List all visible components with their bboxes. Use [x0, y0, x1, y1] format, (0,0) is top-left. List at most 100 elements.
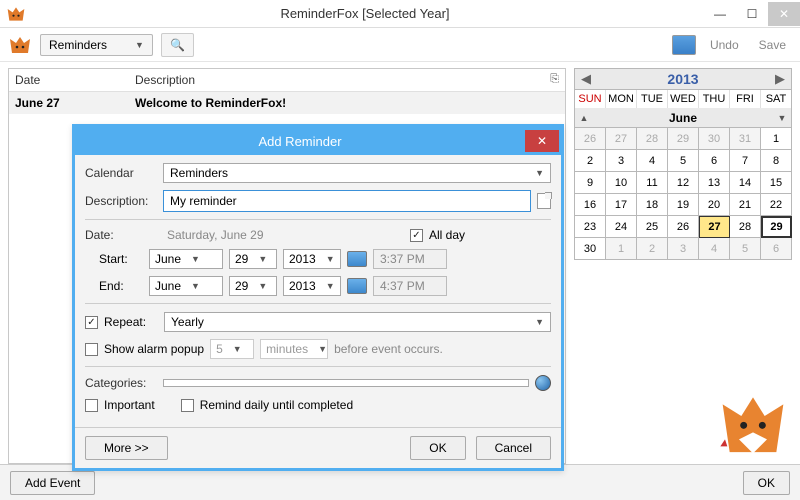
close-button[interactable]: ✕ — [768, 2, 800, 26]
calendar-day[interactable]: 17 — [606, 194, 637, 216]
calendar-day[interactable]: 30 — [699, 128, 730, 150]
list-row[interactable]: June 27 Welcome to ReminderFox! — [9, 92, 565, 114]
calendar-day[interactable]: 15 — [761, 172, 792, 194]
important-checkbox[interactable] — [85, 399, 98, 412]
allday-checkbox[interactable] — [410, 229, 423, 242]
next-month-button[interactable]: ▼ — [773, 113, 791, 123]
dialog-cancel-button[interactable]: Cancel — [476, 436, 551, 460]
search-button[interactable]: 🔍 — [161, 33, 194, 57]
end-calendar-picker[interactable] — [347, 278, 367, 294]
calendar-day[interactable]: 2 — [637, 238, 668, 260]
alarm-checkbox[interactable] — [85, 343, 98, 356]
calendar-day[interactable]: 1 — [761, 128, 792, 150]
calendar-day[interactable]: 3 — [606, 150, 637, 172]
maximize-button[interactable]: ☐ — [736, 2, 768, 26]
calendar-day[interactable]: 5 — [730, 238, 761, 260]
start-calendar-picker[interactable] — [347, 251, 367, 267]
calendar-day[interactable]: 16 — [575, 194, 606, 216]
minimize-button[interactable]: — — [704, 2, 736, 26]
end-year-select[interactable]: 2013▼ — [283, 276, 341, 296]
end-month-select[interactable]: June▼ — [149, 276, 223, 296]
dialog-title: Add Reminder — [75, 134, 525, 149]
view-dropdown[interactable]: Reminders ▼ — [40, 34, 153, 56]
calendar-day[interactable]: 12 — [668, 172, 699, 194]
calendar-day[interactable]: 6 — [761, 238, 792, 260]
dialog-close-button[interactable]: ✕ — [525, 130, 559, 152]
calendar-day[interactable]: 4 — [699, 238, 730, 260]
calendar-view-button[interactable] — [672, 35, 696, 55]
save-button[interactable]: Save — [753, 34, 792, 56]
calendar-day[interactable]: 7 — [730, 150, 761, 172]
chevron-down-icon: ▼ — [135, 40, 144, 50]
calendar-day[interactable]: 25 — [637, 216, 668, 238]
calendar-day[interactable]: 29 — [761, 216, 792, 238]
calendar-day[interactable]: 27 — [699, 216, 730, 238]
calendar-day[interactable]: 13 — [699, 172, 730, 194]
dow-tue: TUE — [637, 90, 668, 108]
start-month-select[interactable]: June▼ — [149, 249, 223, 269]
col-date-header[interactable]: Date — [15, 73, 135, 87]
calendar-day[interactable]: 24 — [606, 216, 637, 238]
calendar-day[interactable]: 11 — [637, 172, 668, 194]
dow-mon: MON — [606, 90, 637, 108]
description-input[interactable]: My reminder — [163, 190, 531, 212]
repeat-select[interactable]: Yearly ▼ — [164, 312, 551, 332]
start-day-select[interactable]: 29▼ — [229, 249, 277, 269]
dialog-ok-button[interactable]: OK — [410, 436, 465, 460]
next-year-button[interactable]: ▶ — [769, 71, 791, 87]
calendar-day[interactable]: 6 — [699, 150, 730, 172]
alarm-unit-select[interactable]: minutes▼ — [260, 339, 328, 359]
calendar-day[interactable]: 26 — [668, 216, 699, 238]
calendar-day[interactable]: 10 — [606, 172, 637, 194]
col-desc-header[interactable]: Description — [135, 73, 559, 87]
end-label: End: — [99, 279, 143, 293]
copy-icon[interactable] — [537, 193, 551, 209]
calendar-day[interactable]: 22 — [761, 194, 792, 216]
calendar-day[interactable]: 28 — [637, 128, 668, 150]
list-header: Date Description — [9, 69, 565, 92]
calendar-day[interactable]: 27 — [606, 128, 637, 150]
end-time-input[interactable]: 4:37 PM — [373, 276, 447, 296]
prev-month-button[interactable]: ▲ — [575, 113, 593, 123]
calendar-day[interactable]: 8 — [761, 150, 792, 172]
repeat-checkbox[interactable] — [85, 316, 98, 329]
calendar-grid: 2627282930311234567891011121314151617181… — [574, 128, 792, 260]
remind-daily-label: Remind daily until completed — [200, 398, 353, 412]
calendar-day[interactable]: 19 — [668, 194, 699, 216]
categories-input[interactable] — [163, 379, 529, 387]
calendar-day[interactable]: 4 — [637, 150, 668, 172]
end-day-select[interactable]: 29▼ — [229, 276, 277, 296]
calendar-day[interactable]: 18 — [637, 194, 668, 216]
calendar-day[interactable]: 28 — [730, 216, 761, 238]
calendar-day[interactable]: 5 — [668, 150, 699, 172]
calendar-day[interactable]: 30 — [575, 238, 606, 260]
add-event-button[interactable]: Add Event — [10, 471, 95, 495]
date-label: Date: — [85, 228, 157, 242]
calendar-day[interactable]: 1 — [606, 238, 637, 260]
main-ok-button[interactable]: OK — [743, 471, 790, 495]
alarm-amount-select[interactable]: 5▼ — [210, 339, 254, 359]
year-label[interactable]: 2013 — [597, 71, 769, 87]
expand-icon[interactable]: ⎘ — [550, 73, 559, 86]
calendar-day[interactable]: 20 — [699, 194, 730, 216]
calendar-day[interactable]: 3 — [668, 238, 699, 260]
calendar-day[interactable]: 2 — [575, 150, 606, 172]
dow-sun: SUN — [575, 90, 606, 108]
start-year-select[interactable]: 2013▼ — [283, 249, 341, 269]
calendar-select[interactable]: Reminders ▼ — [163, 163, 551, 183]
globe-icon[interactable] — [535, 375, 551, 391]
calendar-day[interactable]: 31 — [730, 128, 761, 150]
start-time-input[interactable]: 3:37 PM — [373, 249, 447, 269]
more-button[interactable]: More >> — [85, 436, 168, 460]
calendar-day[interactable]: 29 — [668, 128, 699, 150]
prev-year-button[interactable]: ◀ — [575, 71, 597, 87]
remind-daily-checkbox[interactable] — [181, 399, 194, 412]
calendar-day[interactable]: 23 — [575, 216, 606, 238]
calendar-day[interactable]: 21 — [730, 194, 761, 216]
search-icon: 🔍 — [170, 38, 185, 52]
calendar-day[interactable]: 9 — [575, 172, 606, 194]
fox-mascot-icon — [718, 388, 788, 458]
calendar-day[interactable]: 14 — [730, 172, 761, 194]
undo-button[interactable]: Undo — [704, 34, 745, 56]
calendar-day[interactable]: 26 — [575, 128, 606, 150]
